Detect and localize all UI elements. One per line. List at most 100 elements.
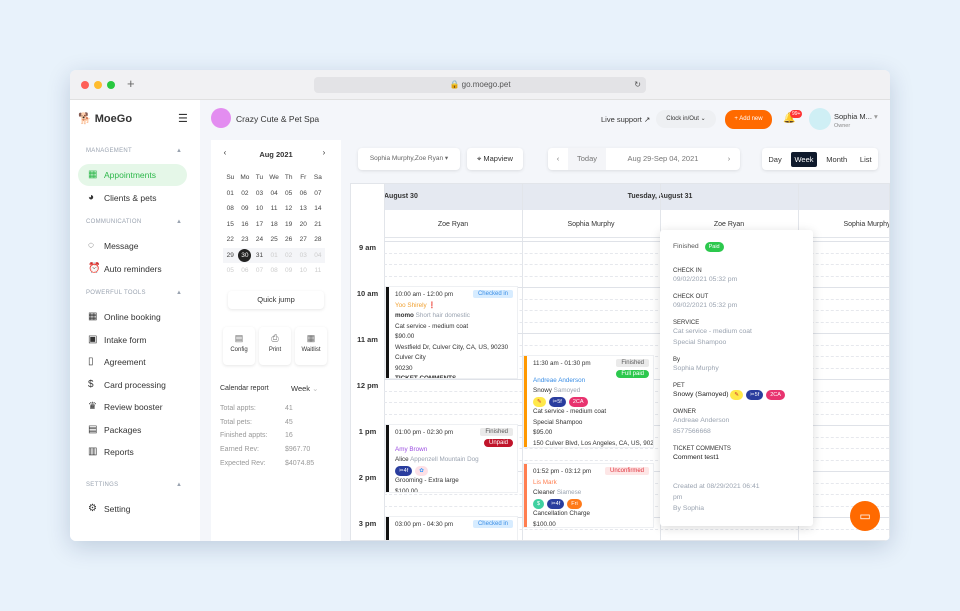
calendar-day[interactable]: 25: [267, 232, 282, 248]
collapse-caret-icon[interactable]: ▲: [176, 148, 182, 154]
calendar-day[interactable]: 03: [296, 248, 311, 264]
calendar-day[interactable]: 05: [223, 263, 238, 279]
user-name[interactable]: Sophia M... ▾: [834, 112, 878, 121]
sidebar-item-agreement[interactable]: ▯ Agreement: [78, 351, 187, 373]
client-name[interactable]: Yoo Shirely: [395, 302, 427, 309]
calendar-day[interactable]: 11: [311, 263, 326, 279]
client-name[interactable]: Amy Brown: [395, 446, 427, 453]
sidebar-item-clients-pets[interactable]: ◕ Clients & pets: [78, 187, 187, 209]
close-window-button[interactable]: [81, 81, 89, 89]
calendar-day[interactable]: 15: [223, 217, 238, 233]
calendar-day[interactable]: 06: [238, 263, 253, 279]
maximize-window-button[interactable]: [107, 81, 115, 89]
sidebar-item-card-processing[interactable]: $ Card processing: [78, 374, 187, 396]
today-button[interactable]: Today: [568, 148, 606, 170]
sidebar-item-message[interactable]: ◌ Message: [78, 235, 187, 257]
collapse-caret-icon[interactable]: ▲: [176, 482, 182, 488]
calendar-day[interactable]: 05: [281, 186, 296, 202]
minimize-window-button[interactable]: [94, 81, 102, 89]
calendar-day[interactable]: 02: [281, 248, 296, 264]
calendar-day[interactable]: 19: [281, 217, 296, 233]
chat-support-button[interactable]: ▭: [850, 501, 880, 531]
calendar-day[interactable]: 09: [238, 201, 253, 217]
quarter-line: [384, 264, 889, 265]
calendar-day[interactable]: 26: [281, 232, 296, 248]
new-tab-button[interactable]: +: [127, 76, 135, 91]
sidebar-item-setting[interactable]: ⚙ Setting: [78, 498, 187, 520]
client-name[interactable]: Lis Mark: [533, 479, 557, 486]
calendar-day[interactable]: 07: [311, 186, 326, 202]
calendar-day[interactable]: 30: [238, 248, 253, 264]
quick-jump-button[interactable]: Quick jump: [228, 291, 324, 309]
calendar-day[interactable]: 01: [223, 186, 238, 202]
calendar-day[interactable]: 04: [311, 248, 326, 264]
logo[interactable]: 🐕 MoeGo: [78, 112, 132, 125]
menu-toggle-icon[interactable]: ☰: [178, 112, 188, 125]
appointment-card[interactable]: 01:00 pm - 02:30 pm Amy Brown Alice Appenz…: [386, 425, 517, 492]
calendar-day[interactable]: 18: [267, 217, 282, 233]
user-avatar[interactable]: [809, 108, 831, 130]
print-button[interactable]: ⎙ Print: [259, 327, 291, 365]
calendar-day[interactable]: 08: [223, 201, 238, 217]
client-name[interactable]: Andreae Anderson: [533, 377, 585, 384]
calendar-day[interactable]: 08: [267, 263, 282, 279]
next-week-button[interactable]: ›: [718, 148, 740, 170]
view-day-tab[interactable]: Day: [765, 152, 784, 167]
view-list-tab[interactable]: List: [857, 152, 875, 167]
collapse-caret-icon[interactable]: ▲: [176, 290, 182, 296]
calendar-day[interactable]: 28: [311, 232, 326, 248]
calendar-day[interactable]: 27: [296, 232, 311, 248]
sidebar-item-review-booster[interactable]: ♛ Review booster: [78, 396, 187, 418]
business-avatar[interactable]: [211, 108, 231, 128]
calendar-day[interactable]: 22: [223, 232, 238, 248]
sidebar-item-reports[interactable]: ▥ Reports: [78, 441, 187, 463]
collapse-caret-icon[interactable]: ▲: [176, 219, 182, 225]
waitlist-button[interactable]: ▦ Waitlist: [295, 327, 327, 365]
calendar-day[interactable]: 31: [252, 248, 267, 264]
appointment-card[interactable]: 01:52 pm - 03:12 pm Lis Mark Cleaner Siame…: [524, 464, 653, 527]
appointment-card[interactable]: 11:30 am - 01:30 pm Andreae Anderson Snowy…: [524, 356, 653, 447]
appointment-card[interactable]: 10:00 am - 12:00 pm Yoo Shirely ❗ momo Sho…: [386, 287, 517, 378]
sidebar-item-packages[interactable]: ▤ Packages: [78, 419, 187, 441]
next-month-button[interactable]: ›: [318, 148, 330, 160]
view-month-tab[interactable]: Month: [823, 152, 850, 167]
prev-week-button[interactable]: ‹: [548, 148, 568, 170]
calendar-day[interactable]: 16: [238, 217, 253, 233]
calendar-day[interactable]: 07: [252, 263, 267, 279]
url-bar[interactable]: 🔒 go.moego.pet ↻: [314, 77, 646, 93]
calendar-day[interactable]: 04: [267, 186, 282, 202]
calendar-day[interactable]: 17: [252, 217, 267, 233]
business-name[interactable]: Crazy Cute & Pet Spa: [236, 114, 319, 124]
calendar-day[interactable]: 11: [267, 201, 282, 217]
live-support-link[interactable]: Live support ↗: [601, 115, 650, 124]
add-new-button[interactable]: + Add new: [725, 110, 772, 129]
calendar-day[interactable]: 23: [238, 232, 253, 248]
calendar-day[interactable]: 13: [296, 201, 311, 217]
calendar-day[interactable]: 09: [281, 263, 296, 279]
report-period-dropdown[interactable]: Week ⌄: [291, 384, 318, 393]
calendar-day[interactable]: 10: [296, 263, 311, 279]
sidebar-item-appointments[interactable]: ▦ Appointments: [78, 164, 187, 186]
sidebar-item-auto-reminders[interactable]: ⏰ Auto reminders: [78, 258, 187, 280]
config-button[interactable]: ▤ Config: [223, 327, 255, 365]
calendar-day[interactable]: 24: [252, 232, 267, 248]
calendar-day[interactable]: 14: [311, 201, 326, 217]
calendar-day[interactable]: 21: [311, 217, 326, 233]
sidebar-item-online-booking[interactable]: ▦ Online booking: [78, 306, 187, 328]
calendar-day[interactable]: 12: [281, 201, 296, 217]
calendar-day[interactable]: 06: [296, 186, 311, 202]
calendar-day[interactable]: 20: [296, 217, 311, 233]
calendar-day[interactable]: 03: [252, 186, 267, 202]
view-week-tab[interactable]: Week: [791, 151, 817, 167]
appointment-card[interactable]: 03:00 pm - 04:30 pm Checked in: [386, 517, 517, 540]
reload-icon[interactable]: ↻: [634, 77, 641, 93]
calendar-day[interactable]: 10: [252, 201, 267, 217]
staff-select[interactable]: Sophia Murphy,Zoe Ryan ▾: [358, 148, 460, 170]
sidebar-item-intake-form[interactable]: ▣ Intake form: [78, 329, 187, 351]
mapview-button[interactable]: ⌖ Mapview: [467, 148, 523, 170]
calendar-day[interactable]: 29: [223, 248, 238, 264]
calendar-day[interactable]: 02: [238, 186, 253, 202]
owner-value[interactable]: Andreae Anderson: [673, 415, 800, 426]
clock-in-out-dropdown[interactable]: Clock in/Out ⌄: [656, 110, 716, 128]
calendar-day[interactable]: 01: [267, 248, 282, 264]
